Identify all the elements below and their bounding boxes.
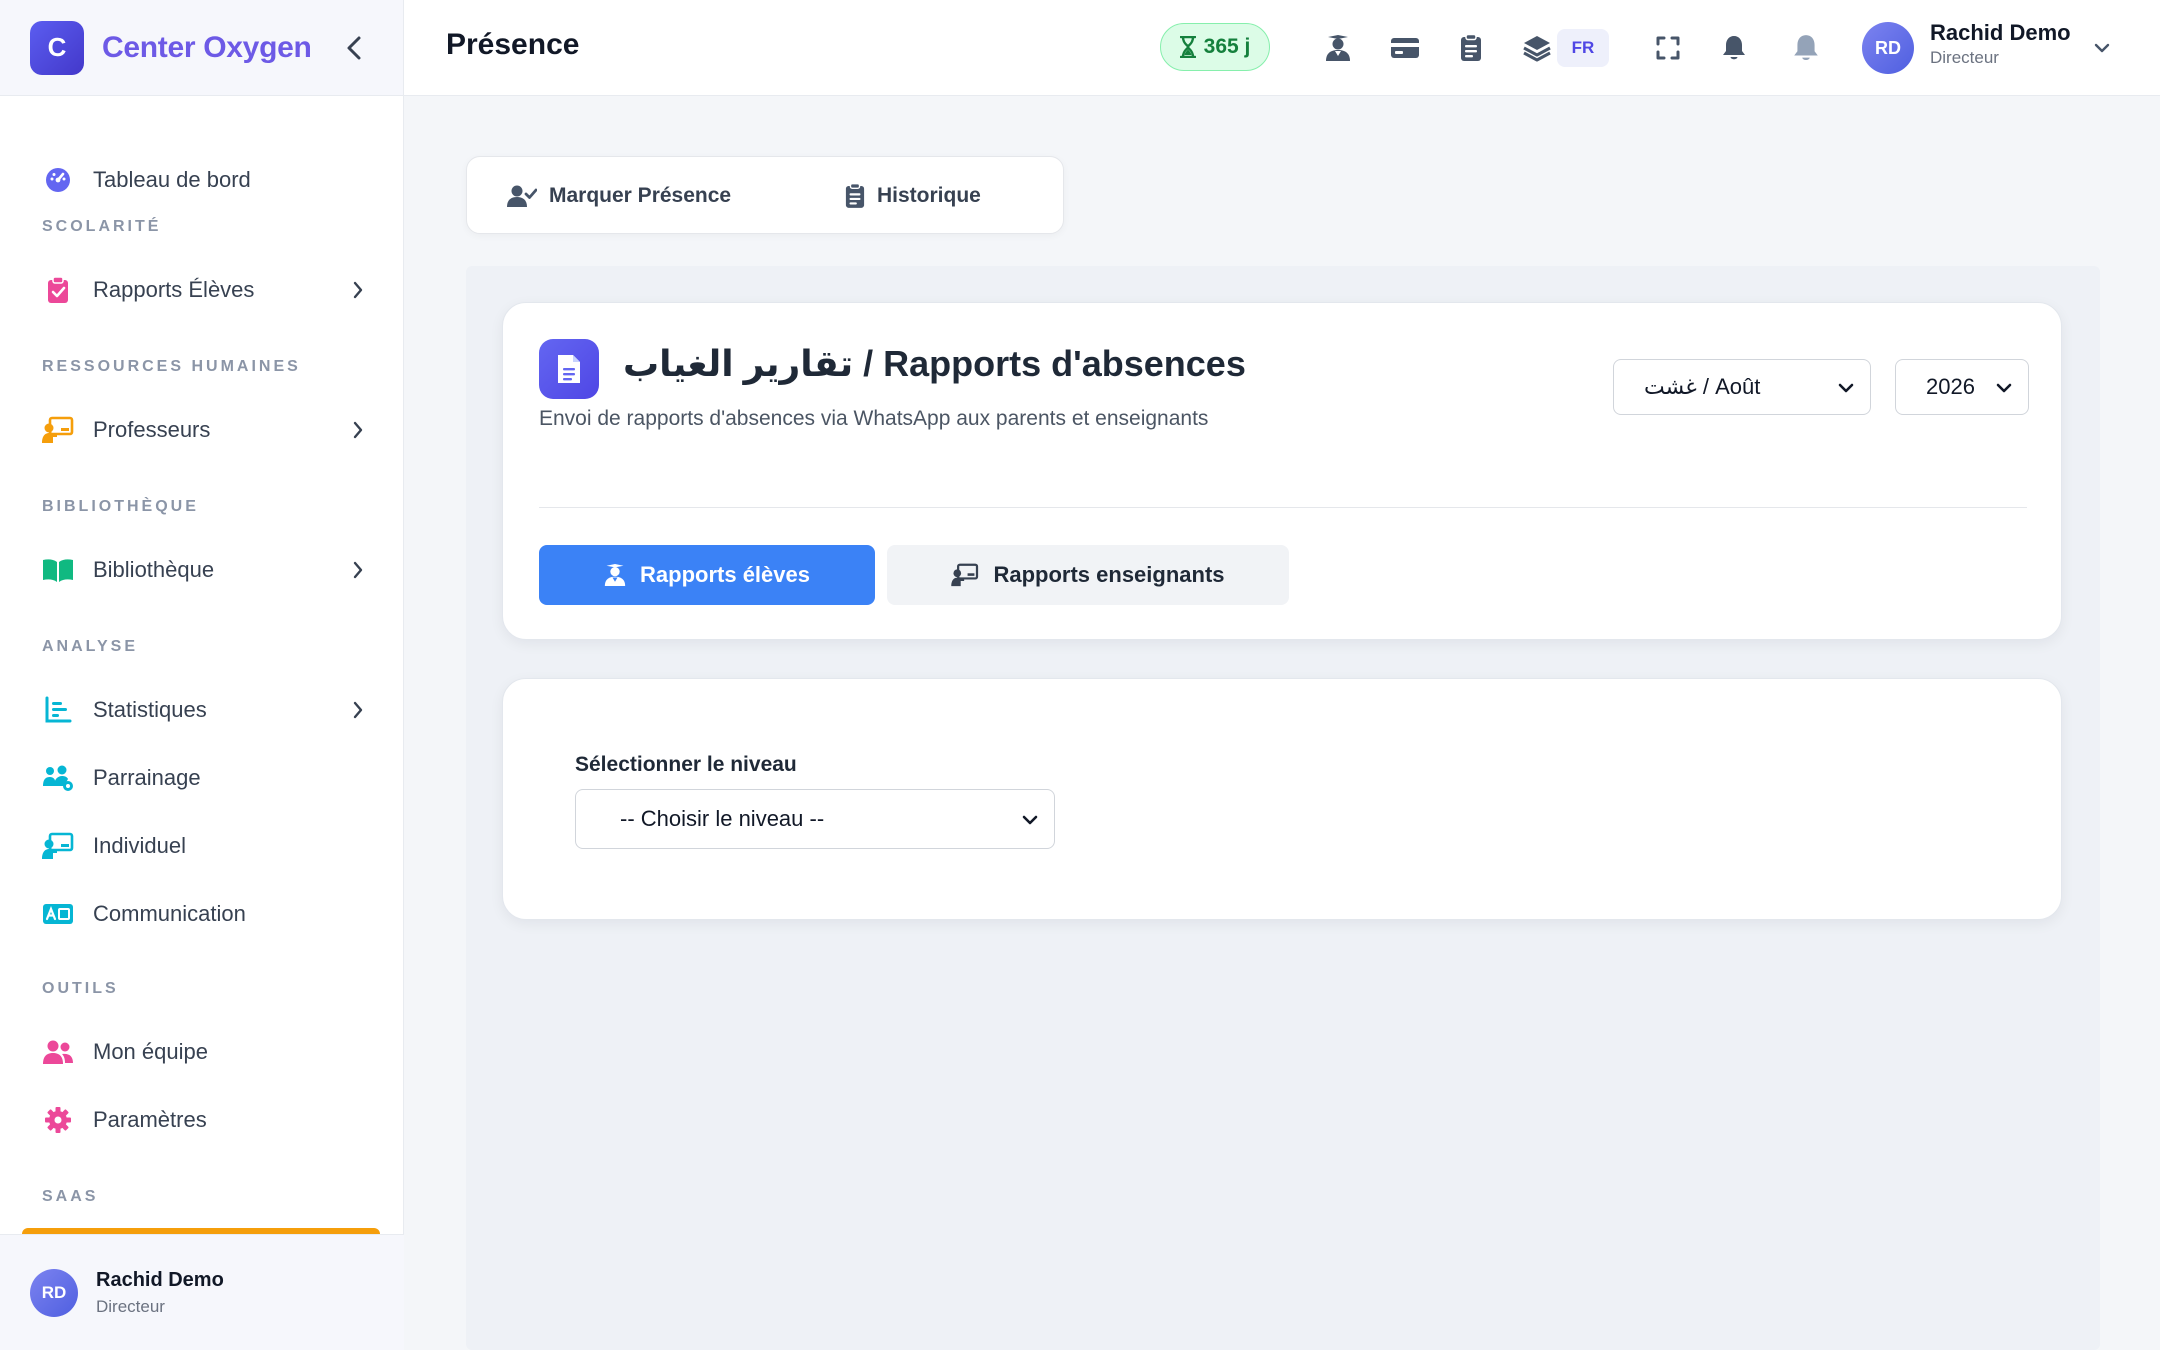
chalkboard-user-icon [42,830,74,862]
chevron-down-icon [1836,378,1856,398]
sidebar-item-label: Statistiques [93,697,207,722]
chevron-right-icon [348,418,368,442]
card-icon[interactable] [1385,28,1425,68]
sidebar-item-professeurs[interactable]: Professeurs [0,402,404,458]
graduate-icon[interactable] [1318,28,1358,68]
chevron-down-icon[interactable] [2090,36,2114,60]
chevron-left-icon [347,36,361,60]
chalkboard-teacher-icon [42,414,74,446]
gear-icon [42,1104,74,1136]
sidebar-item-parametres[interactable]: Paramètres [0,1092,404,1148]
level-select-value: -- Choisir le niveau -- [620,806,825,831]
trial-days-badge[interactable]: 365 j [1160,23,1270,71]
sidebar: C Center Oxygen Tableau de bord SCOLARIT… [0,0,404,1350]
level-label: Sélectionner le niveau [575,753,797,776]
chevron-right-icon [348,558,368,582]
attendance-tabs: Marquer Présence Historique [466,156,1064,234]
year-select-value: 2026 [1926,374,1975,399]
document-icon [539,339,599,399]
divider [539,507,2027,508]
sidebar-item-statistiques[interactable]: Statistiques [0,682,404,738]
fullscreen-icon[interactable] [1648,28,1688,68]
user-role: Directeur [96,1297,165,1316]
sidebar-item-individuel[interactable]: Individuel [0,818,404,874]
chevron-right-icon [348,698,368,722]
sidebar-user-card[interactable]: RD Rachid Demo Directeur [0,1234,404,1350]
users-cog-icon [42,762,74,794]
sidebar-item-label: Parrainage [93,765,201,790]
sidebar-item-dashboard[interactable]: Tableau de bord [0,152,404,208]
book-open-icon [42,554,74,586]
topbar: Présence 365 j FR RD Rachid Demo Directe… [404,0,2160,96]
page-title: Présence [446,28,580,61]
section-scolarite: SCOLARITÉ [42,218,162,235]
notifications-bell-icon[interactable] [1786,28,1826,68]
avatar: RD [30,1269,78,1317]
sidebar-item-label: Individuel [93,833,186,858]
student-reports-button[interactable]: Rapports élèves [539,545,875,605]
gauge-icon [42,164,74,196]
chevron-down-icon [1020,810,1040,830]
chevron-down-icon [1994,378,2014,398]
tab-label: Historique [877,184,981,207]
sidebar-item-label: Rapports Élèves [93,277,255,302]
graduate-icon [604,564,626,586]
button-label: Rapports élèves [640,562,810,587]
language-switcher[interactable]: FR [1557,29,1609,67]
sidebar-item-bibliotheque[interactable]: Bibliothèque [0,542,404,598]
users-icon [42,1036,74,1068]
sidebar-item-parrainage[interactable]: Parrainage [0,750,404,806]
chalkboard-teacher-icon [951,563,979,587]
sidebar-item-label: Tableau de bord [93,167,251,192]
user-name: Rachid Demo [96,1269,224,1291]
user-check-icon [507,185,537,207]
layers-icon[interactable] [1517,28,1557,68]
sidebar-collapse-button[interactable] [336,30,372,66]
tab-historique[interactable]: Historique [845,157,981,235]
hourglass-icon [1179,36,1196,58]
level-select[interactable]: -- Choisir le niveau -- [575,789,1055,849]
card-subtitle: Envoi de rapports d'absences via WhatsAp… [539,407,1209,430]
avatar[interactable]: RD [1862,22,1914,74]
clipboard-list-icon [845,183,865,208]
tab-label: Marquer Présence [549,184,732,207]
trial-days-text: 365 j [1203,35,1251,58]
sidebar-item-label: Professeurs [93,417,211,442]
month-select-value: غشت / Août [1644,374,1761,399]
contact-card-icon [42,898,74,930]
clipboard-check-icon [42,274,74,306]
section-saas: SAAS [42,1188,99,1205]
brand-logo: C [30,20,84,75]
sidebar-item-rapports-eleves[interactable]: Rapports Élèves [0,262,404,318]
chart-bar-icon [42,694,74,726]
teacher-reports-button[interactable]: Rapports enseignants [887,545,1289,605]
chevron-right-icon [348,278,368,302]
user-role: Directeur [1930,48,1999,67]
sidebar-item-label: Paramètres [93,1107,207,1132]
user-name[interactable]: Rachid Demo [1930,20,2071,46]
button-label: Rapports enseignants [993,562,1225,587]
sidebar-item-label: Communication [93,901,246,926]
card-title: تقارير الغياب / Rapports d'absences [623,343,1246,384]
absence-reports-card: تقارير الغياب / Rapports d'absences Envo… [502,302,2062,640]
bell-icon[interactable] [1714,28,1754,68]
section-ressources-humaines: RESSOURCES HUMAINES [42,358,301,375]
tab-marquer-presence[interactable]: Marquer Présence [507,157,731,235]
sidebar-item-communication[interactable]: Communication [0,886,404,942]
level-selection-card: Sélectionner le niveau -- Choisir le niv… [502,678,2062,920]
section-outils: OUTILS [42,980,119,997]
section-bibliotheque: BIBLIOTHÈQUE [42,498,199,515]
month-select[interactable]: غشت / Août [1613,359,1871,415]
sidebar-item-label: Bibliothèque [93,557,215,582]
sidebar-item-label: Mon équipe [93,1039,208,1064]
year-select[interactable]: 2026 [1895,359,2029,415]
clipboard-icon[interactable] [1451,28,1491,68]
sidebar-item-mon-equipe[interactable]: Mon équipe [0,1024,404,1080]
section-analyse: ANALYSE [42,638,138,655]
brand-name: Center Oxygen [102,30,312,64]
